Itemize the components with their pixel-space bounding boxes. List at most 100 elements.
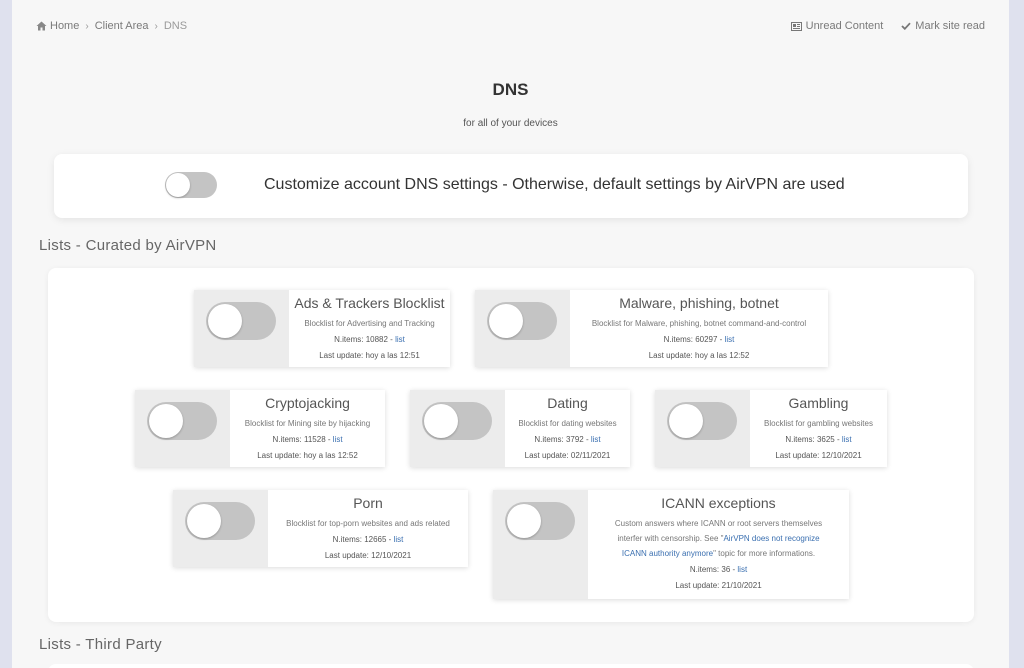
list-card-porn: Porn Blocklist for top-porn websites and… [173,490,468,567]
list-link[interactable]: list [394,535,404,544]
items-value: 36 [721,565,731,574]
toggle-knob [187,504,221,538]
update-value: hoy a las 12:52 [695,351,750,360]
icann-toggle[interactable] [505,502,575,540]
list-info: Porn Blocklist for top-porn websites and… [268,490,468,567]
list-description: Blocklist for Advertising and Tracking [304,319,435,328]
update-value: 12/10/2021 [371,551,412,560]
list-name: Malware, phishing, botnet [619,295,779,311]
list-last-update: Last update: hoy a las 12:52 [570,349,828,363]
cryptojacking-toggle[interactable] [147,402,217,440]
toggle-area [194,290,289,367]
desc-line3: " topic for more informations. [713,549,816,558]
unread-content-link[interactable]: Unread Content [790,20,884,32]
list-info: Cryptojacking Blocklist for Mining site … [230,390,385,467]
list-items-count: N.items: 11528 - list [272,435,343,444]
toggle-area [173,490,268,567]
update-value: hoy a las 12:52 [303,451,358,460]
items-value: 10882 [365,335,388,344]
list-name: Cryptojacking [265,395,350,411]
list-name: Gambling [788,395,849,411]
link-part2: ICANN authority anymore [621,549,714,558]
list-last-update: Last update: 12/10/2021 [750,449,887,463]
ads-trackers-toggle[interactable] [206,302,276,340]
toggle-knob [208,304,242,338]
items-value: 11528 [304,435,326,444]
toggle-knob [507,504,541,538]
items-prefix: N.items: [332,535,365,544]
list-description: Custom answers where ICANN or root serve… [588,516,849,561]
toggle-area [493,490,588,599]
section-title-curated: Lists - Curated by AirVPN [39,237,217,254]
update-value: 02/11/2021 [570,451,611,460]
list-link[interactable]: list [395,335,405,344]
items-value: 12665 [364,535,387,544]
items-prefix: N.items: [272,435,304,444]
update-prefix: Last update: [324,551,372,560]
toggle-area [410,390,505,467]
list-card-icann: ICANN exceptions Custom answers where IC… [493,490,849,599]
page-title: DNS [492,80,529,99]
chevron-right-icon: › [85,20,89,32]
list-info: Gambling Blocklist for gambling websites… [750,390,887,467]
list-link[interactable]: list [737,565,747,574]
mark-site-read-label: Mark site read [915,20,985,32]
malware-toggle[interactable] [487,302,557,340]
dating-toggle[interactable] [422,402,492,440]
list-description: Blocklist for top-porn websites and ads … [286,519,450,528]
curated-lists-panel: Ads & Trackers Blocklist Blocklist for A… [48,268,974,622]
toggle-knob [669,404,703,438]
newspaper-icon [790,21,802,31]
update-prefix: Last update: [257,451,304,460]
list-link[interactable]: list [591,435,601,444]
list-last-update: Last update: 02/11/2021 [505,449,630,463]
gambling-toggle[interactable] [667,402,737,440]
mark-site-read-link[interactable]: Mark site read [901,20,985,32]
list-card-gambling: Gambling Blocklist for gambling websites… [655,390,887,467]
list-last-update: Last update: hoy a las 12:52 [230,449,385,463]
list-description: Blocklist for Mining site by hijacking [244,419,371,428]
breadcrumb-current: DNS [163,20,188,32]
items-prefix: N.items: [689,565,722,574]
toggle-knob [166,173,190,197]
items-value: 60297 [695,335,718,344]
toggle-knob [424,404,458,438]
porn-toggle[interactable] [185,502,255,540]
customize-dns-toggle[interactable] [165,172,217,198]
breadcrumb-client-area[interactable]: Client Area [95,20,149,32]
toggle-area [475,290,570,367]
list-name: Dating [547,395,588,411]
update-prefix: Last update: [675,581,722,590]
list-items-count: N.items: 36 - list [689,565,748,574]
list-info: Malware, phishing, botnet Blocklist for … [570,290,828,367]
unread-content-label: Unread Content [805,20,884,32]
list-card-dating: Dating Blocklist for dating websites N.i… [410,390,630,467]
list-link[interactable]: list [333,435,343,444]
list-items-count: N.items: 3792 - list [534,435,601,444]
items-value: 3792 [565,435,584,444]
page: Home › Client Area › DNS Unread Content [12,0,1009,668]
top-actions: Unread Content Mark site read [790,20,985,32]
list-description: Blocklist for Malware, phishing, botnet … [591,319,807,328]
update-value: 21/10/2021 [721,581,762,590]
update-prefix: Last update: [319,351,366,360]
list-last-update: Last update: 21/10/2021 [588,579,849,593]
items-prefix: N.items: [534,435,566,444]
list-link[interactable]: list [725,335,735,344]
update-prefix: Last update: [775,451,822,460]
list-card-ads-trackers: Ads & Trackers Blocklist Blocklist for A… [194,290,450,367]
breadcrumb-home: Home [50,20,80,32]
list-info: Dating Blocklist for dating websites N.i… [505,390,630,467]
update-value: 12/10/2021 [821,451,862,460]
list-card-cryptojacking: Cryptojacking Blocklist for Mining site … [135,390,385,467]
list-last-update: Last update: 12/10/2021 [268,549,468,563]
top-bar: Home › Client Area › DNS Unread Content [12,14,1009,38]
list-name: Porn [353,495,383,511]
toggle-knob [149,404,183,438]
list-link[interactable]: list [842,435,852,444]
items-prefix: N.items: [334,335,366,344]
list-description: Blocklist for gambling websites [764,419,873,428]
home-link[interactable]: Home [36,20,79,32]
link-part1: AirVPN does not recognize [723,534,820,543]
items-prefix: N.items: [663,335,696,344]
